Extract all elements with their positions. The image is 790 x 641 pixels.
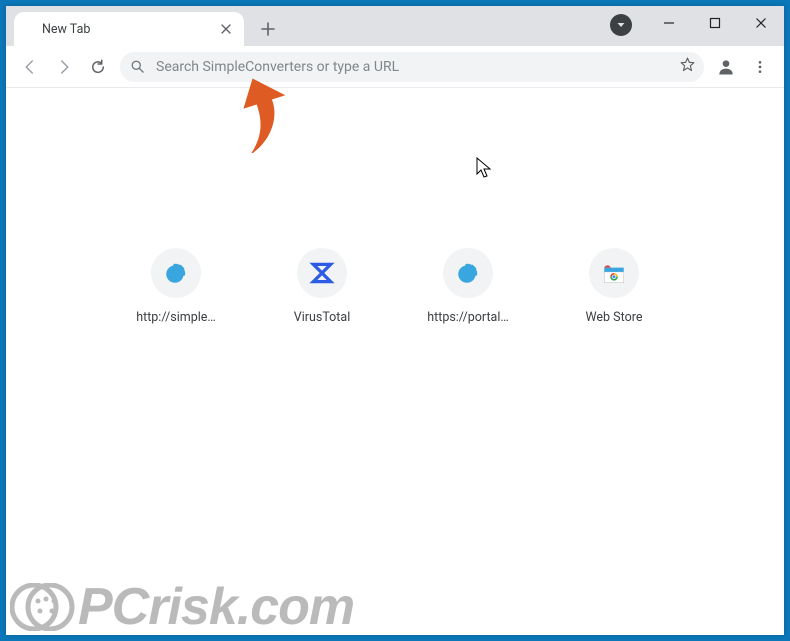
new-tab-page: http://simple… VirusTotal https://portal…	[6, 88, 784, 635]
browser-window: New Tab	[6, 6, 784, 635]
shortcut-label: Web Store	[586, 310, 643, 325]
shortcut-label: https://portal…	[427, 310, 509, 325]
shortcut-webstore[interactable]: Web Store	[560, 248, 668, 325]
shortcut-icon	[297, 248, 347, 298]
bookmark-star-icon[interactable]	[679, 56, 696, 77]
omnibox-placeholder: Search SimpleConverters or type a URL	[156, 59, 679, 75]
tab-title: New Tab	[42, 22, 210, 37]
shortcut-label: VirusTotal	[294, 310, 351, 325]
shortcut-virustotal[interactable]: VirusTotal	[268, 248, 376, 325]
window-controls	[646, 6, 784, 40]
shortcut-label: http://simple…	[136, 310, 216, 325]
shortcut-icon	[589, 248, 639, 298]
close-icon[interactable]	[218, 21, 234, 37]
kebab-menu-icon[interactable]	[744, 51, 776, 83]
minimize-button[interactable]	[646, 6, 692, 40]
shortcut-grid: http://simple… VirusTotal https://portal…	[122, 248, 668, 325]
back-button[interactable]	[14, 51, 46, 83]
shortcut-portal[interactable]: https://portal…	[414, 248, 522, 325]
profile-button[interactable]	[710, 51, 742, 83]
shortcut-icon	[151, 248, 201, 298]
window-close-button[interactable]	[738, 6, 784, 40]
toolbar: Search SimpleConverters or type a URL	[6, 46, 784, 88]
forward-button[interactable]	[48, 51, 80, 83]
search-icon	[128, 59, 146, 74]
omnibox[interactable]: Search SimpleConverters or type a URL	[120, 52, 704, 82]
reload-button[interactable]	[82, 51, 114, 83]
maximize-button[interactable]	[692, 6, 738, 40]
extension-icon[interactable]	[610, 14, 632, 36]
tab-strip: New Tab	[6, 6, 784, 46]
tab-new-tab[interactable]: New Tab	[14, 12, 244, 46]
new-tab-button[interactable]	[254, 15, 282, 43]
shortcut-simpleconverters[interactable]: http://simple…	[122, 248, 230, 325]
shortcut-icon	[443, 248, 493, 298]
